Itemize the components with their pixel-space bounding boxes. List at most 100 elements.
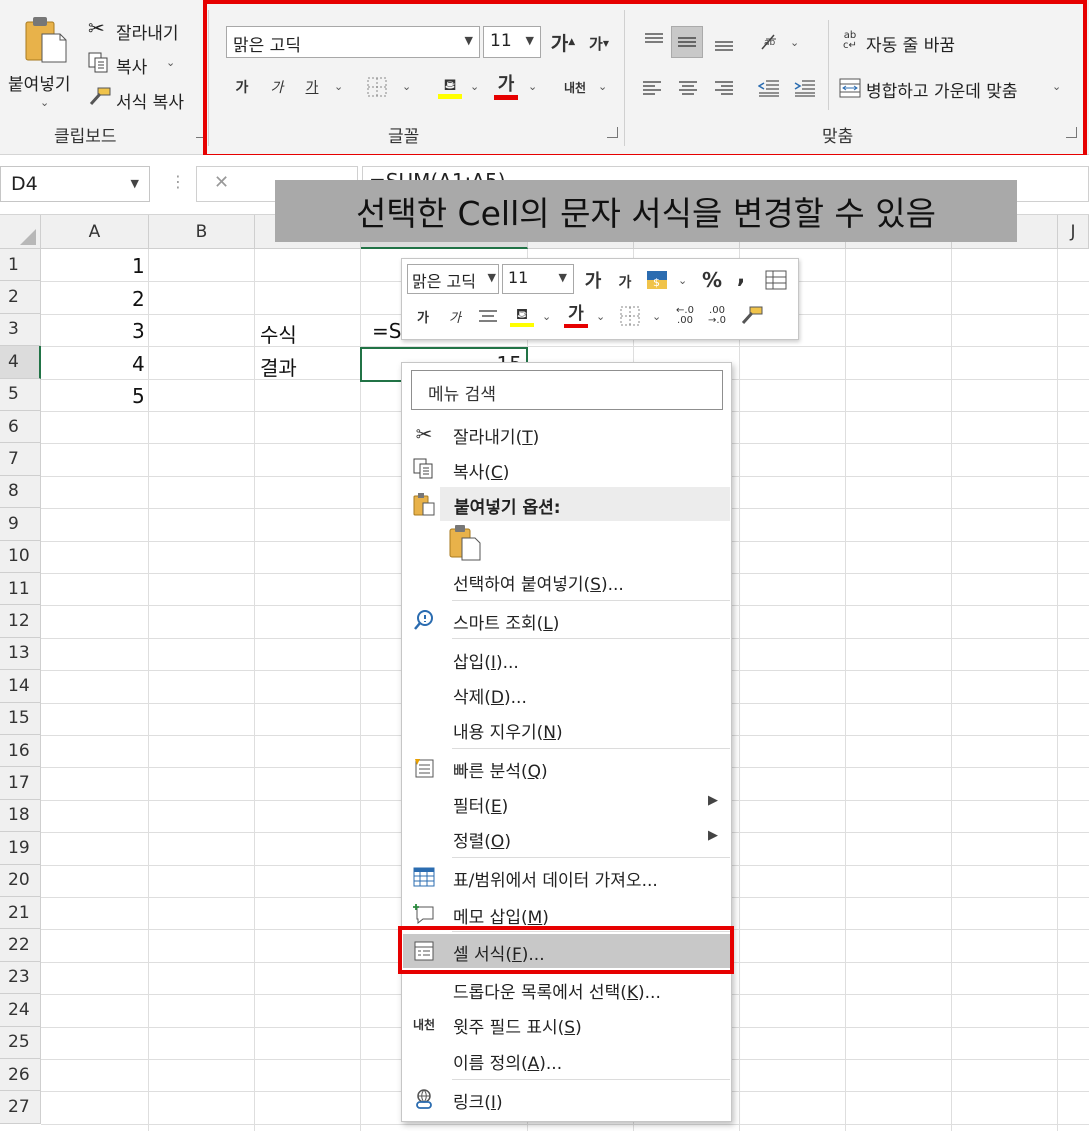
borders-button[interactable] (364, 74, 390, 100)
decrease-font-size-button[interactable]: 가 ▼ (586, 28, 612, 58)
borders-dropdown-icon[interactable]: ⌄ (402, 80, 411, 93)
fill-color-button[interactable]: ⛾ (436, 72, 464, 102)
row-header[interactable]: 4 (0, 346, 41, 379)
font-color-dropdown-icon[interactable]: ⌄ (528, 80, 537, 93)
menu-item-quick-analysis[interactable]: 빠른 분석(Q) (403, 751, 730, 785)
mini-accounting-format-button[interactable]: $ (644, 266, 672, 294)
menu-item-format-cells[interactable]: 셀 서식(F)... (403, 934, 730, 968)
mini-decrease-font-button[interactable]: 가 (614, 268, 636, 296)
fill-color-dropdown-icon[interactable]: ⌄ (470, 80, 479, 93)
copy-dropdown-icon[interactable]: ⌄ (166, 56, 175, 69)
cell-c3[interactable]: 수식 (260, 319, 297, 348)
mini-format-painter-button[interactable] (738, 304, 766, 328)
menu-item-filter[interactable]: 필터(E) ▶ (403, 786, 730, 820)
paste-dropdown-icon[interactable]: ⌄ (40, 96, 49, 109)
menu-item-link[interactable]: 링크(I) (403, 1082, 730, 1116)
row-header[interactable]: 18 (0, 799, 41, 833)
mini-increase-decimal-button[interactable]: ←.0.00 (672, 304, 698, 328)
row-header[interactable]: 7 (0, 443, 41, 476)
menu-item-define-name[interactable]: 이름 정의(A)... (403, 1043, 730, 1077)
row-header[interactable]: 6 (0, 411, 41, 444)
underline-button[interactable]: 가 (300, 74, 324, 100)
increase-font-size-button[interactable]: 가 ▲ (550, 26, 576, 58)
font-launcher-icon[interactable]: . (607, 127, 618, 138)
row-header[interactable]: 12 (0, 605, 41, 638)
mini-accounting-dropdown-icon[interactable]: ⌄ (678, 274, 687, 287)
menu-item-get-data[interactable]: 표/범위에서 데이터 가져오... (403, 860, 730, 894)
row-header[interactable]: 14 (0, 670, 41, 703)
menu-item-paste-special[interactable]: 선택하여 붙여넣기(S)... (403, 564, 730, 598)
menu-item-smart-lookup[interactable]: 스마트 조회(L) (403, 603, 730, 637)
row-header[interactable]: 3 (0, 313, 41, 347)
menu-item-show-phonetic[interactable]: 내천 윗주 필드 표시(S) (403, 1007, 730, 1041)
row-header[interactable]: 9 (0, 508, 41, 541)
mini-format-table-button[interactable] (762, 266, 790, 294)
menu-item-pick-from-list[interactable]: 드롭다운 목록에서 선택(K)... (403, 972, 730, 1006)
row-header[interactable]: 11 (0, 573, 41, 606)
mini-percent-button[interactable]: % (700, 266, 724, 294)
menu-item-insert[interactable]: 삽입(I)... (403, 642, 730, 676)
phonetic-button[interactable]: 내천 (560, 74, 590, 100)
cancel-icon[interactable]: ✕ (214, 172, 229, 193)
menu-item-delete[interactable]: 삭제(D)... (403, 677, 730, 711)
column-header[interactable]: J (1058, 215, 1089, 249)
row-header[interactable]: 22 (0, 929, 41, 962)
row-header[interactable]: 26 (0, 1059, 41, 1092)
phonetic-dropdown-icon[interactable]: ⌄ (598, 80, 607, 93)
font-name-combo[interactable]: 맑은 고딕 ▼ (226, 26, 480, 58)
orientation-button[interactable]: ab (756, 28, 784, 56)
row-header[interactable]: 10 (0, 540, 41, 573)
paste-icon[interactable] (24, 14, 68, 64)
row-header[interactable]: 8 (0, 475, 41, 509)
mini-font-size-combo[interactable]: 11 ▼ (502, 264, 574, 294)
row-header[interactable]: 2 (0, 281, 41, 314)
select-all-corner[interactable] (0, 215, 41, 249)
format-painter-button[interactable]: 서식 복사 (116, 88, 184, 113)
row-header[interactable]: 15 (0, 702, 41, 735)
mini-fill-color-button[interactable]: ⛾ (508, 302, 536, 330)
italic-button[interactable]: 가 (265, 74, 289, 100)
cell-a4[interactable]: 4 (132, 352, 145, 376)
increase-indent-button[interactable] (792, 76, 818, 100)
row-header[interactable]: 19 (0, 832, 41, 865)
row-header[interactable]: 1 (0, 249, 41, 282)
mini-italic-button[interactable]: 가 (444, 304, 466, 328)
decrease-indent-button[interactable] (756, 76, 782, 100)
row-header[interactable]: 20 (0, 864, 41, 897)
column-header[interactable]: B (149, 215, 255, 249)
font-size-combo[interactable]: 11 ▼ (483, 26, 541, 58)
mini-increase-font-button[interactable]: 가 (582, 266, 604, 294)
menu-item-cut[interactable]: ✂ 잘라내기(T) (403, 417, 730, 451)
mini-font-name-combo[interactable]: 맑은 고딕 ▼ (407, 264, 499, 294)
alignment-launcher-icon[interactable]: . (1066, 127, 1077, 138)
menu-item-sort[interactable]: 정렬(O) ▶ (403, 821, 730, 855)
orientation-dropdown-icon[interactable]: ⌄ (790, 36, 799, 49)
cell-c4[interactable]: 결과 (260, 352, 297, 381)
align-left-button[interactable] (640, 76, 664, 100)
row-header[interactable]: 23 (0, 961, 41, 995)
row-header[interactable]: 24 (0, 994, 41, 1027)
cell-a5[interactable]: 5 (132, 384, 145, 408)
row-header[interactable]: 27 (0, 1091, 41, 1124)
mini-borders-dropdown-icon[interactable]: ⌄ (652, 310, 661, 323)
paste-button[interactable]: 붙여넣기 (8, 70, 71, 95)
cell-a1[interactable]: 1 (132, 254, 145, 278)
merge-center-dropdown-icon[interactable]: ⌄ (1052, 80, 1061, 93)
row-header[interactable]: 25 (0, 1026, 41, 1059)
row-header[interactable]: 5 (0, 378, 41, 411)
cell-d3[interactable]: =S (372, 319, 401, 343)
column-header[interactable]: A (41, 215, 149, 249)
clipboard-launcher-icon[interactable]: . (196, 127, 207, 138)
align-center-button[interactable] (676, 76, 700, 100)
align-bottom-button[interactable] (710, 30, 738, 58)
cell-a3[interactable]: 3 (132, 319, 145, 343)
row-header[interactable]: 17 (0, 767, 41, 800)
menu-item-clear-contents[interactable]: 내용 지우기(N) (403, 712, 730, 746)
font-color-button[interactable]: 가 (492, 72, 520, 102)
mini-borders-button[interactable] (618, 304, 642, 328)
row-header[interactable]: 21 (0, 897, 41, 930)
mini-decrease-decimal-button[interactable]: .00 →.0 (704, 304, 730, 328)
name-box[interactable]: D4 ▼ (0, 166, 150, 202)
align-right-button[interactable] (712, 76, 736, 100)
paste-option-button[interactable] (446, 522, 484, 562)
